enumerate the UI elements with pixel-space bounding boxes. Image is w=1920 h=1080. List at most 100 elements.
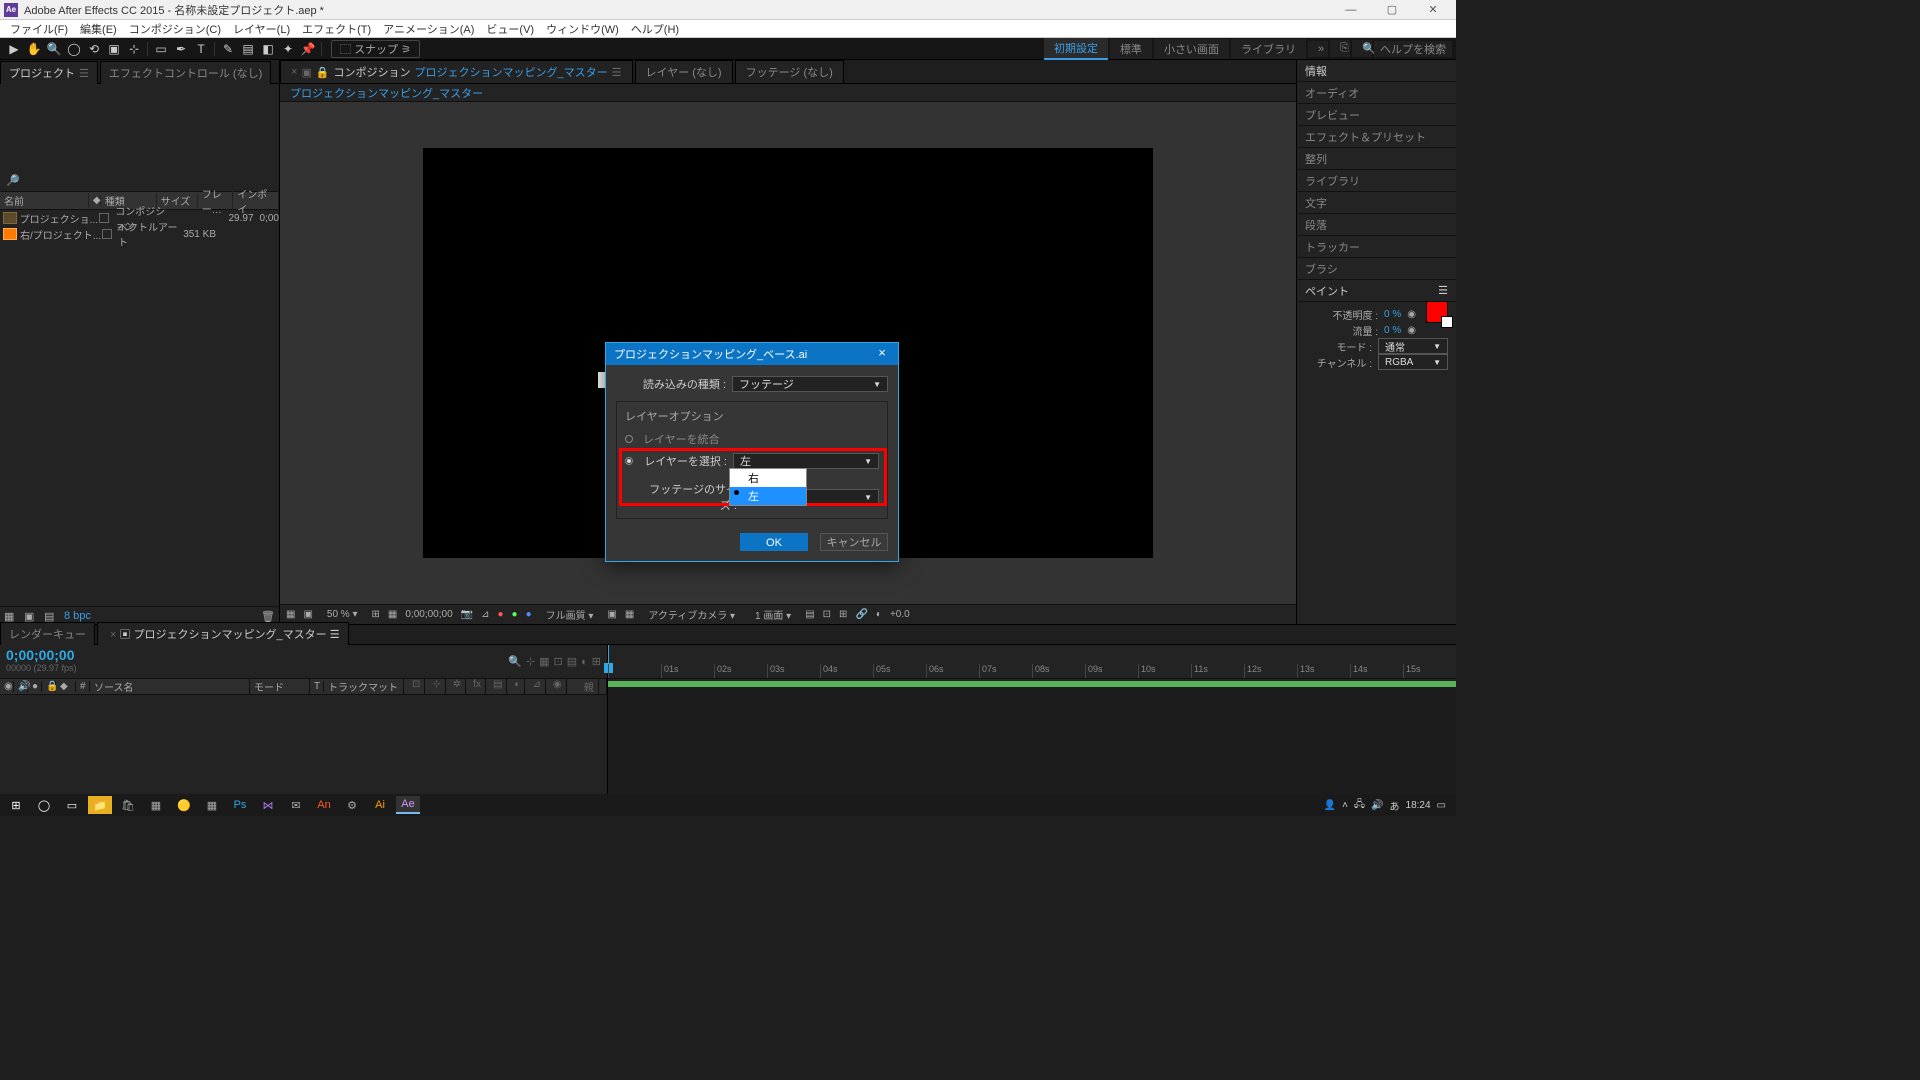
menu-animation[interactable]: アニメーション(A): [377, 21, 480, 37]
menu-composition[interactable]: コンポジション(C): [123, 21, 227, 37]
menu-window[interactable]: ウィンドウ(W): [540, 21, 625, 37]
panel-info[interactable]: 情報: [1297, 60, 1456, 82]
channel-dropdown[interactable]: RGBA▼: [1378, 354, 1448, 370]
lock2-icon[interactable]: 🔒: [316, 66, 330, 79]
panel-character[interactable]: 文字: [1297, 192, 1456, 214]
panel-preview[interactable]: プレビュー: [1297, 104, 1456, 126]
app-icon[interactable]: ▦: [144, 796, 168, 814]
panel-menu-icon[interactable]: ☰: [612, 66, 622, 79]
anchor-tool-icon[interactable]: ⊹: [124, 40, 144, 58]
views-dropdown[interactable]: 1 画面 ▾: [749, 607, 797, 622]
menu-edit[interactable]: 編集(E): [74, 21, 123, 37]
dropdown-option[interactable]: 右: [730, 469, 806, 487]
dialog-close-button[interactable]: ×: [874, 346, 890, 362]
switch-icon[interactable]: ⊡: [408, 679, 425, 694]
radio-merge[interactable]: [625, 435, 633, 443]
exposure-value[interactable]: +0.0: [890, 609, 910, 620]
parent-col-icon[interactable]: 親: [580, 679, 599, 694]
search-icon[interactable]: 🔍: [508, 655, 522, 668]
select-layer-dropdown[interactable]: 左▼: [733, 453, 879, 469]
new-folder-icon[interactable]: ▣: [24, 610, 38, 622]
zoom-dropdown[interactable]: 50 % ▾: [321, 609, 364, 620]
lock-col-icon[interactable]: 🔒: [42, 681, 56, 692]
maximize-button[interactable]: ▢: [1373, 1, 1411, 19]
ok-button[interactable]: OK: [740, 533, 808, 551]
bpc-toggle[interactable]: 8 bpc: [64, 610, 91, 622]
time-ruler[interactable]: 01s02s03s04s05s06s07s08s09s10s11s12s13s1…: [608, 645, 1456, 679]
task-view-icon[interactable]: ▭: [60, 796, 84, 814]
clock[interactable]: 18:24: [1406, 800, 1431, 811]
import-kind-dropdown[interactable]: フッテージ▼: [732, 376, 888, 392]
panel-audio[interactable]: オーディオ: [1297, 82, 1456, 104]
shape-tool-icon[interactable]: ▭: [151, 40, 171, 58]
snap-toggle[interactable]: ⬚ スナップ ⚞: [331, 40, 420, 58]
speaker-col-icon[interactable]: 🔊: [14, 681, 28, 692]
dropdown-option-selected[interactable]: 左: [730, 487, 806, 505]
help-search[interactable]: ヘルプを検索: [1374, 41, 1452, 57]
puppet-tool-icon[interactable]: 📌: [298, 40, 318, 58]
flow-value[interactable]: 0 %: [1384, 325, 1401, 336]
start-button[interactable]: ⊞: [4, 796, 28, 814]
stopwatch-icon[interactable]: ◉: [1407, 309, 1416, 320]
eye-col-icon[interactable]: ◉: [0, 681, 14, 692]
store-icon[interactable]: 🛍: [116, 796, 140, 814]
res-icon[interactable]: ⊞: [372, 609, 380, 620]
pixel-aspect-icon[interactable]: ▤: [805, 609, 814, 620]
workspace-small[interactable]: 小さい画面: [1154, 39, 1229, 59]
illustrator-icon[interactable]: Ai: [368, 796, 392, 814]
new-comp-icon[interactable]: ▤: [44, 610, 58, 622]
menu-effect[interactable]: エフェクト(T): [296, 21, 377, 37]
tab-timeline-comp[interactable]: × ▣ プロジェクションマッピング_マスター ☰: [97, 622, 349, 645]
stopwatch-icon[interactable]: ◉: [1407, 325, 1416, 336]
roto-tool-icon[interactable]: ✦: [278, 40, 298, 58]
show-snapshot-icon[interactable]: ⊿: [481, 609, 489, 620]
selection-tool-icon[interactable]: ▶: [4, 40, 24, 58]
aftereffects-icon[interactable]: Ae: [396, 796, 420, 814]
ime-icon[interactable]: あ: [1390, 798, 1400, 813]
hand-tool-icon[interactable]: ✋: [24, 40, 44, 58]
panel-paint[interactable]: ペイント☰: [1297, 280, 1456, 302]
trash-icon[interactable]: 🗑: [261, 610, 275, 622]
dialog-titlebar[interactable]: プロジェクションマッピング_ベース.ai ×: [606, 343, 898, 365]
photoshop-icon[interactable]: Ps: [228, 796, 252, 814]
search-icon[interactable]: 🔍: [1352, 40, 1372, 57]
foreground-swatch[interactable]: [1426, 301, 1448, 323]
brush-tool-icon[interactable]: ✎: [218, 40, 238, 58]
chrome-icon[interactable]: 🟡: [172, 796, 196, 814]
clone-tool-icon[interactable]: ▤: [238, 40, 258, 58]
volume-icon[interactable]: 🔊: [1371, 800, 1383, 811]
grid-icon[interactable]: ▦: [388, 609, 397, 620]
draft3d-icon[interactable]: ▦: [539, 655, 549, 668]
close-icon[interactable]: ×: [291, 66, 297, 78]
solo-col-icon[interactable]: ●: [28, 681, 42, 692]
tab-layer[interactable]: レイヤー (なし): [635, 60, 733, 83]
text-tool-icon[interactable]: T: [191, 40, 211, 58]
project-item[interactable]: 右/プロジェクト... ベクトルアート 351 KB: [0, 226, 279, 242]
menu-view[interactable]: ビュー(V): [480, 21, 540, 37]
col-fps[interactable]: フレー…: [198, 186, 234, 216]
timecode-display[interactable]: 0;00;00;00: [405, 609, 452, 620]
workspace-standard[interactable]: 標準: [1110, 39, 1152, 59]
shy-icon[interactable]: ⊡: [554, 655, 563, 668]
mail-icon[interactable]: ✉: [284, 796, 308, 814]
fast-preview-icon[interactable]: ⊡: [823, 609, 831, 620]
alpha-icon[interactable]: ▦: [286, 609, 295, 620]
interpret-icon[interactable]: ▦: [4, 610, 18, 622]
col-name[interactable]: 名前: [0, 193, 89, 208]
panel-library[interactable]: ライブラリ: [1297, 170, 1456, 192]
mask-icon[interactable]: ▣: [303, 609, 312, 620]
tab-composition[interactable]: × ▣ 🔒 コンポジション プロジェクションマッピング_マスター ☰: [280, 60, 633, 83]
network-icon[interactable]: 🖧: [1354, 797, 1365, 814]
pen-tool-icon[interactable]: ✒: [171, 40, 191, 58]
explorer-icon[interactable]: 📁: [88, 796, 112, 814]
tray-up-icon[interactable]: ˄: [1342, 800, 1348, 811]
close-button[interactable]: ✕: [1414, 1, 1452, 19]
people-icon[interactable]: 👤: [1324, 800, 1336, 811]
motion-blur-icon[interactable]: ◐: [581, 656, 588, 668]
exposure-reset-icon[interactable]: ◐: [876, 609, 882, 620]
workspace-overflow-icon[interactable]: »: [1308, 41, 1328, 57]
panel-align[interactable]: 整列: [1297, 148, 1456, 170]
comp-mini-flowchart-icon[interactable]: ⊹: [526, 655, 535, 668]
opacity-value[interactable]: 0 %: [1384, 309, 1401, 320]
frame-blend-icon[interactable]: ▤: [567, 655, 577, 668]
